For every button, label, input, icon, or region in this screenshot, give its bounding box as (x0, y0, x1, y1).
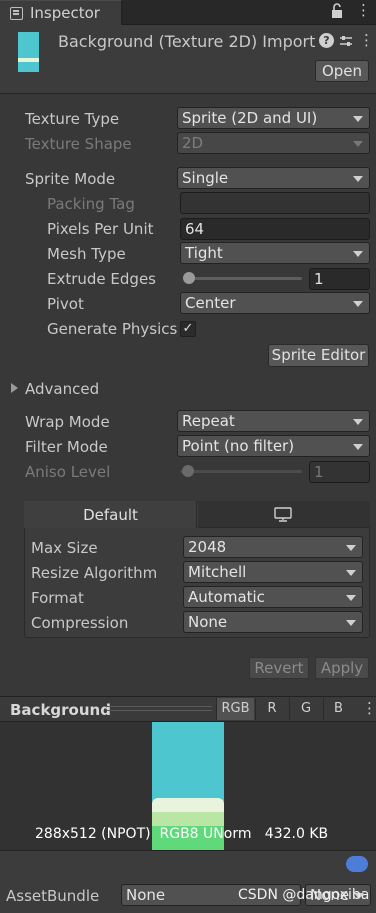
asset-label-icon[interactable] (346, 856, 368, 872)
more-options-icon[interactable]: ⋮ (356, 1, 371, 19)
compression-dropdown[interactable]: None (183, 611, 363, 633)
mesh-type-dropdown[interactable]: Tight (180, 242, 370, 264)
tab-standalone-platform[interactable] (198, 501, 370, 528)
compression-value: None (188, 613, 228, 631)
format-dropdown[interactable]: Automatic (183, 586, 363, 608)
watermark-text: CSDN @dangoxiba (238, 887, 370, 903)
pivot-label: Pivot (47, 295, 84, 313)
packing-tag-label: Packing Tag (47, 195, 135, 213)
max-size-value: 2048 (188, 538, 227, 556)
monitor-icon (274, 507, 292, 526)
chevron-down-icon (346, 570, 356, 576)
chevron-down-icon (346, 595, 356, 601)
chevron-down-icon (353, 141, 363, 147)
help-icon[interactable]: ? (319, 33, 334, 48)
chevron-down-icon (353, 419, 363, 425)
texture-type-dropdown[interactable]: Sprite (2D and UI) (177, 107, 370, 129)
open-button[interactable]: Open (315, 60, 369, 82)
packing-tag-field (180, 192, 370, 214)
channel-rgb-button[interactable]: RGB (216, 698, 254, 720)
extrude-field[interactable]: 1 (309, 268, 370, 290)
apply-button[interactable]: Apply (315, 657, 369, 679)
extrude-slider-track[interactable] (183, 277, 302, 280)
chevron-down-icon (353, 176, 363, 182)
channel-b-button[interactable]: B (323, 698, 353, 720)
sprite-mode-dropdown[interactable]: Single (177, 167, 370, 189)
generate-physics-checkbox[interactable]: ✓ (180, 321, 196, 337)
wrap-mode-label: Wrap Mode (25, 413, 110, 431)
tab-inspector[interactable]: Inspector (0, 0, 122, 25)
texture-type-label: Texture Type (25, 110, 120, 128)
header-more-icon[interactable]: ⋮ (359, 31, 374, 49)
advanced-foldout-icon[interactable] (11, 383, 18, 393)
tab-default-platform[interactable]: Default (24, 501, 197, 528)
header-title: Background (Texture 2D) Import (58, 32, 316, 51)
filter-mode-label: Filter Mode (25, 438, 108, 456)
advanced-foldout-label[interactable]: Advanced (25, 380, 99, 398)
texture-type-value: Sprite (2D and UI) (182, 109, 318, 127)
aniso-level-label: Aniso Level (25, 463, 111, 481)
aniso-field: 1 (309, 461, 370, 483)
tab-title: Inspector (30, 4, 100, 22)
preview-resize-grip[interactable] (106, 706, 212, 711)
generate-physics-label: Generate Physics (47, 320, 178, 338)
texture-shape-label: Texture Shape (25, 135, 132, 153)
assetbundle-name-value: None (126, 886, 166, 904)
max-size-dropdown[interactable]: 2048 (183, 536, 363, 558)
sprite-editor-button[interactable]: Sprite Editor (268, 344, 369, 367)
preview-more-icon[interactable]: ⋮ (362, 699, 376, 717)
extrude-slider-handle[interactable] (183, 272, 195, 284)
resize-algorithm-value: Mitchell (188, 563, 247, 581)
filter-mode-value: Point (no filter) (182, 437, 295, 455)
texture-thumbnail (18, 32, 39, 72)
filter-mode-dropdown[interactable]: Point (no filter) (177, 435, 370, 457)
resize-algorithm-dropdown[interactable]: Mitchell (183, 561, 363, 583)
inspector-icon (10, 7, 23, 20)
default-tab-label: Default (83, 506, 138, 524)
preview-clouds (152, 798, 224, 812)
format-label: Format (31, 589, 84, 607)
chevron-down-icon (353, 301, 363, 307)
lock-icon[interactable] (331, 3, 343, 19)
pivot-dropdown[interactable]: Center (180, 292, 370, 314)
compression-label: Compression (31, 614, 129, 632)
sprite-mode-value: Single (182, 169, 229, 187)
wrap-mode-value: Repeat (182, 412, 235, 430)
channel-g-button[interactable]: G (289, 698, 322, 720)
assetbundle-label: AssetBundle (6, 887, 100, 905)
chevron-down-icon (353, 444, 363, 450)
preview-info: 288x512 (NPOT) RGB8 UNorm 432.0 KB (35, 826, 329, 842)
format-value: Automatic (188, 588, 265, 606)
aniso-slider-track (180, 470, 302, 473)
chevron-down-icon (346, 620, 356, 626)
max-size-label: Max Size (31, 539, 98, 557)
mesh-type-label: Mesh Type (47, 245, 126, 263)
chevron-down-icon (353, 251, 363, 257)
presets-icon[interactable] (339, 34, 353, 52)
texture-shape-dropdown: 2D (177, 132, 370, 154)
resize-algorithm-label: Resize Algorithm (31, 564, 158, 582)
channel-r-button[interactable]: R (255, 698, 288, 720)
chevron-down-icon (353, 116, 363, 122)
preview-title: Background (10, 701, 111, 719)
pivot-value: Center (185, 294, 236, 312)
revert-button[interactable]: Revert (249, 657, 309, 679)
wrap-mode-dropdown[interactable]: Repeat (177, 410, 370, 432)
ppu-field[interactable]: 64 (180, 218, 370, 240)
mesh-type-value: Tight (185, 244, 223, 262)
extrude-edges-label: Extrude Edges (47, 270, 156, 288)
ppu-label: Pixels Per Unit (47, 220, 154, 238)
texture-shape-value: 2D (182, 134, 204, 152)
sprite-mode-label: Sprite Mode (25, 170, 116, 188)
preview-bushes (152, 812, 224, 826)
aniso-slider-handle (182, 465, 194, 477)
chevron-down-icon (346, 545, 356, 551)
